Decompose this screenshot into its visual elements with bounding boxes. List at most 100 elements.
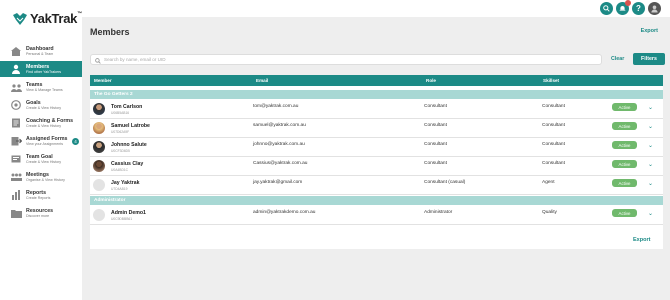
member-email: samuel@yaktrak.com.au <box>253 123 306 128</box>
sidebar-item-team-goal[interactable]: Team Goal Create & View History <box>0 151 82 167</box>
member-uid: U0A4BD1C <box>111 167 129 172</box>
column-header-email[interactable]: Email <box>256 78 268 83</box>
top-bar: ? <box>0 0 670 17</box>
coaching-icon <box>10 118 22 128</box>
member-skillset: Consultant <box>542 142 565 147</box>
member-uid: U07D62A9F <box>111 129 130 134</box>
members-icon <box>10 64 22 74</box>
column-header-role[interactable]: Role <box>426 78 436 83</box>
table-row[interactable]: Samuel Latrobe U07D62A9F samuel@yaktrak.… <box>90 119 663 138</box>
column-header-member[interactable]: Member <box>94 78 112 83</box>
group-label: Administrator <box>94 198 126 203</box>
app-logo[interactable]: YakTrak™ <box>12 11 82 26</box>
notification-dot <box>625 0 631 6</box>
sidebar-item-sub: Create Reports <box>26 195 51 200</box>
sidebar-item-reports[interactable]: Reports Create Reports <box>0 187 82 203</box>
table-row[interactable]: Tom Carlson U06B5AB16 tom@yaktrak.com.au… <box>90 100 663 119</box>
member-name[interactable]: Johnno Salute <box>111 142 147 148</box>
search-input[interactable]: Search by name, email or UID <box>90 54 602 65</box>
sidebar-item-resources[interactable]: Resources Discover more <box>0 205 82 221</box>
member-skillset: Consultant <box>542 104 565 109</box>
member-role: Consultant <box>424 142 447 147</box>
search-icon <box>95 51 101 69</box>
sidebar-item-teams[interactable]: Teams View & Manage Teams <box>0 79 82 95</box>
avatar <box>93 122 105 134</box>
member-email: admin@yaktrakdemo.com.au <box>253 210 316 215</box>
assigned-forms-icon <box>10 136 22 146</box>
table-header: Member Email Role Skillset <box>90 75 663 86</box>
status-badge[interactable]: Active <box>612 179 637 187</box>
teams-icon <box>10 82 22 92</box>
filters-button[interactable]: Filters <box>633 53 665 65</box>
yak-logo-icon <box>12 12 28 26</box>
member-role: Administrator <box>424 210 453 215</box>
table-row[interactable]: Admin Demo1 U0C9DBBB61 admin@yaktrakdemo… <box>90 206 663 225</box>
status-badge[interactable]: Active <box>612 209 637 217</box>
meetings-icon <box>10 172 22 182</box>
member-role: Consultant (casual) <box>424 180 466 185</box>
sidebar-item-meetings[interactable]: Meetings Organise & View History <box>0 169 82 185</box>
table-row[interactable]: Johnno Salute U0CF3D6D5 johnno@yaktrak.c… <box>90 138 663 157</box>
member-name[interactable]: Jay Yaktrak <box>111 180 139 186</box>
chevron-down-icon[interactable]: ⌄ <box>648 123 653 130</box>
export-button-top[interactable]: Export <box>641 28 658 34</box>
member-name[interactable]: Cassius Clay <box>111 161 143 167</box>
member-uid: U0C9DBBB61 <box>111 216 133 221</box>
member-uid: U7D4AB19 <box>111 186 128 191</box>
help-icon[interactable]: ? <box>632 2 645 15</box>
group-row: Administrator <box>90 196 663 205</box>
reports-icon <box>10 190 22 200</box>
sidebar-item-goals[interactable]: Goals Create & View History <box>0 97 82 113</box>
group-row: The Go Getters 2 <box>90 90 663 99</box>
members-table: Member Email Role Skillset The Go Getter… <box>90 75 663 249</box>
logo-text: YakTrak™ <box>30 11 82 26</box>
member-skillset: Agent <box>542 180 555 185</box>
sidebar-item-sub: Create & View History <box>26 123 62 128</box>
page-title: Members <box>90 27 130 37</box>
sidebar-item-dashboard[interactable]: Dashboard Personal & Team <box>0 43 82 59</box>
member-role: Consultant <box>424 161 447 166</box>
dashboard-icon <box>10 46 22 56</box>
status-badge[interactable]: Active <box>612 103 637 111</box>
table-row[interactable]: Cassius Clay U0A4BD1C Cassius@yaktrak.co… <box>90 157 663 176</box>
clear-button[interactable]: Clear <box>611 56 624 62</box>
chevron-down-icon[interactable]: ⌄ <box>648 180 653 187</box>
member-email: johnno@yaktrak.com.au <box>253 142 305 147</box>
member-email: Cassius@yaktrak.com.au <box>253 161 308 166</box>
member-uid: U0CF3D6D5 <box>111 148 130 153</box>
member-uid: U06B5AB16 <box>111 110 130 115</box>
avatar <box>93 209 105 221</box>
search-icon[interactable] <box>600 2 613 15</box>
resources-icon <box>10 208 22 218</box>
member-skillset: Consultant <box>542 123 565 128</box>
member-name[interactable]: Samuel Latrobe <box>111 123 150 129</box>
chevron-down-icon[interactable]: ⌄ <box>648 210 653 217</box>
chevron-down-icon[interactable]: ⌄ <box>648 161 653 168</box>
sidebar-item-sub: Organise & View History <box>26 177 65 182</box>
sidebar-item-sub: View & Manage Teams <box>26 87 63 92</box>
chevron-down-icon[interactable]: ⌄ <box>648 104 653 111</box>
table-row[interactable]: Jay Yaktrak U7D4AB19 jay.yaktrak@gmail.c… <box>90 176 663 195</box>
member-email: jay.yaktrak@gmail.com <box>253 180 303 185</box>
member-name[interactable]: Tom Carlson <box>111 104 142 110</box>
notifications-icon[interactable] <box>616 0 631 15</box>
member-name[interactable]: Admin Demo1 <box>111 210 146 216</box>
sidebar-item-coaching-forms[interactable]: Coaching & Forms Create & View History <box>0 115 82 131</box>
chevron-down-icon[interactable]: ⌄ <box>648 142 653 149</box>
status-badge[interactable]: Active <box>612 160 637 168</box>
status-badge[interactable]: Active <box>612 141 637 149</box>
sidebar-item-assigned-forms[interactable]: Assigned Forms View your Assignments 4 <box>0 133 82 149</box>
team-goal-icon <box>10 154 22 164</box>
sidebar-item-members[interactable]: Members Find other YakTrakers <box>0 61 82 77</box>
sidebar-item-sub: Personal & Team <box>26 51 54 56</box>
sidebar: Dashboard Personal & Team Members Find oth… <box>0 40 82 300</box>
user-avatar[interactable] <box>648 2 661 15</box>
member-email: tom@yaktrak.com.au <box>253 104 299 109</box>
status-badge[interactable]: Active <box>612 122 637 130</box>
export-button-bottom[interactable]: Export <box>633 237 650 243</box>
column-header-skillset[interactable]: Skillset <box>543 78 559 83</box>
sidebar-item-sub: Find other YakTrakers <box>26 69 62 74</box>
assigned-forms-count-badge: 4 <box>72 137 79 145</box>
sidebar-item-sub: Create & View History <box>26 105 62 110</box>
avatar <box>93 141 105 153</box>
